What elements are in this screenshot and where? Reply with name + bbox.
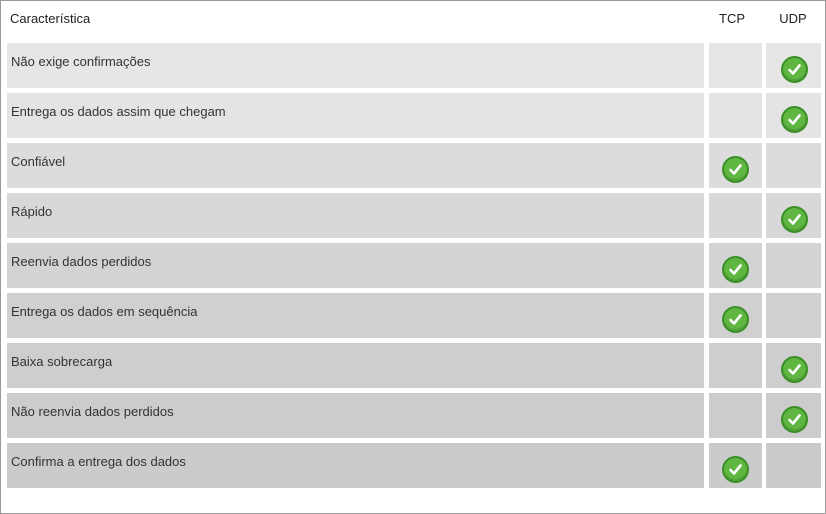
check-glyph <box>788 64 801 75</box>
udp-cell <box>766 43 821 88</box>
udp-cell <box>766 193 821 238</box>
check-glyph <box>788 414 801 425</box>
table-row: Reenvia dados perdidos <box>7 243 821 288</box>
check-glyph <box>729 164 742 175</box>
feature-cell: Rápido <box>7 193 704 238</box>
checkmark-icon <box>781 206 808 233</box>
feature-label: Confirma a entrega dos dados <box>11 454 186 469</box>
checkmark-icon <box>722 256 749 283</box>
feature-cell: Confirma a entrega dos dados <box>7 443 704 488</box>
feature-cell: Entrega os dados assim que chegam <box>7 93 704 138</box>
check-glyph <box>788 214 801 225</box>
udp-cell <box>766 243 821 288</box>
feature-label: Entrega os dados assim que chegam <box>11 104 226 119</box>
table-header: Característica TCP UDP <box>1 1 825 41</box>
feature-cell: Reenvia dados perdidos <box>7 243 704 288</box>
feature-label: Rápido <box>11 204 53 219</box>
table-row: Entrega os dados assim que chegam <box>7 93 821 138</box>
checkmark-icon <box>781 406 808 433</box>
feature-label: Reenvia dados perdidos <box>11 254 152 269</box>
check-glyph <box>788 364 801 375</box>
checkmark-icon <box>781 106 808 133</box>
header-feature: Característica <box>10 11 91 26</box>
tcp-cell <box>709 243 762 288</box>
udp-cell <box>766 343 821 388</box>
udp-cell <box>766 443 821 488</box>
tcp-cell <box>709 143 762 188</box>
tcp-cell <box>709 193 762 238</box>
table-row: Confirma a entrega dos dados <box>7 443 821 488</box>
check-glyph <box>788 114 801 125</box>
checkmark-icon <box>722 306 749 333</box>
feature-cell: Confiável <box>7 143 704 188</box>
feature-cell: Entrega os dados em sequência <box>7 293 704 338</box>
feature-label: Não reenvia dados perdidos <box>11 404 174 419</box>
feature-cell: Não exige confirmações <box>7 43 704 88</box>
tcp-cell <box>709 293 762 338</box>
tcp-cell <box>709 93 762 138</box>
comparison-table: Característica TCP UDP Não exige confirm… <box>0 0 826 514</box>
table-row: Baixa sobrecarga <box>7 343 821 388</box>
feature-label: Entrega os dados em sequência <box>11 304 198 319</box>
check-glyph <box>729 264 742 275</box>
header-tcp: TCP <box>719 11 745 26</box>
feature-label: Confiável <box>11 154 66 169</box>
check-glyph <box>729 314 742 325</box>
table-row: Entrega os dados em sequência <box>7 293 821 338</box>
checkmark-icon <box>722 156 749 183</box>
checkmark-icon <box>722 456 749 483</box>
check-glyph <box>729 464 742 475</box>
tcp-cell <box>709 43 762 88</box>
feature-label: Baixa sobrecarga <box>11 354 113 369</box>
table-row: Não exige confirmações <box>7 43 821 88</box>
feature-cell: Baixa sobrecarga <box>7 343 704 388</box>
udp-cell <box>766 293 821 338</box>
table-row: Rápido <box>7 193 821 238</box>
header-udp: UDP <box>779 11 807 26</box>
udp-cell <box>766 393 821 438</box>
udp-cell <box>766 143 821 188</box>
tcp-cell <box>709 443 762 488</box>
feature-cell: Não reenvia dados perdidos <box>7 393 704 438</box>
feature-label: Não exige confirmações <box>11 54 151 69</box>
tcp-cell <box>709 343 762 388</box>
tcp-cell <box>709 393 762 438</box>
checkmark-icon <box>781 56 808 83</box>
table-row: Não reenvia dados perdidos <box>7 393 821 438</box>
udp-cell <box>766 93 821 138</box>
checkmark-icon <box>781 356 808 383</box>
table-row: Confiável <box>7 143 821 188</box>
